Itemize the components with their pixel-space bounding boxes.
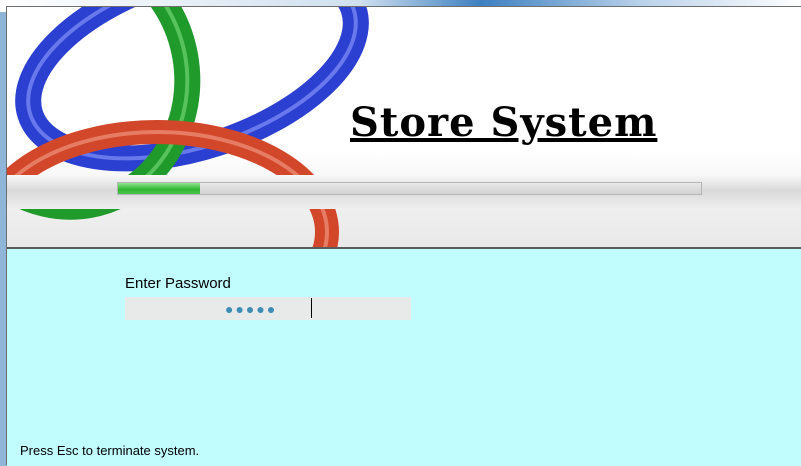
password-input[interactable]: ●●●●●	[125, 297, 411, 320]
login-window: Store System Enter Password ●●●●● Press …	[6, 6, 801, 466]
text-cursor	[311, 298, 312, 318]
password-label: Enter Password	[125, 275, 231, 292]
password-mask: ●●●●●	[225, 301, 278, 317]
app-title: Store System	[350, 99, 658, 146]
status-text: Press Esc to terminate system.	[20, 443, 200, 458]
splash-banner: Store System	[7, 7, 801, 249]
login-panel: Enter Password ●●●●● Press Esc to termin…	[7, 249, 801, 466]
loading-progress-bar	[117, 182, 702, 195]
progress-fill	[118, 183, 200, 194]
